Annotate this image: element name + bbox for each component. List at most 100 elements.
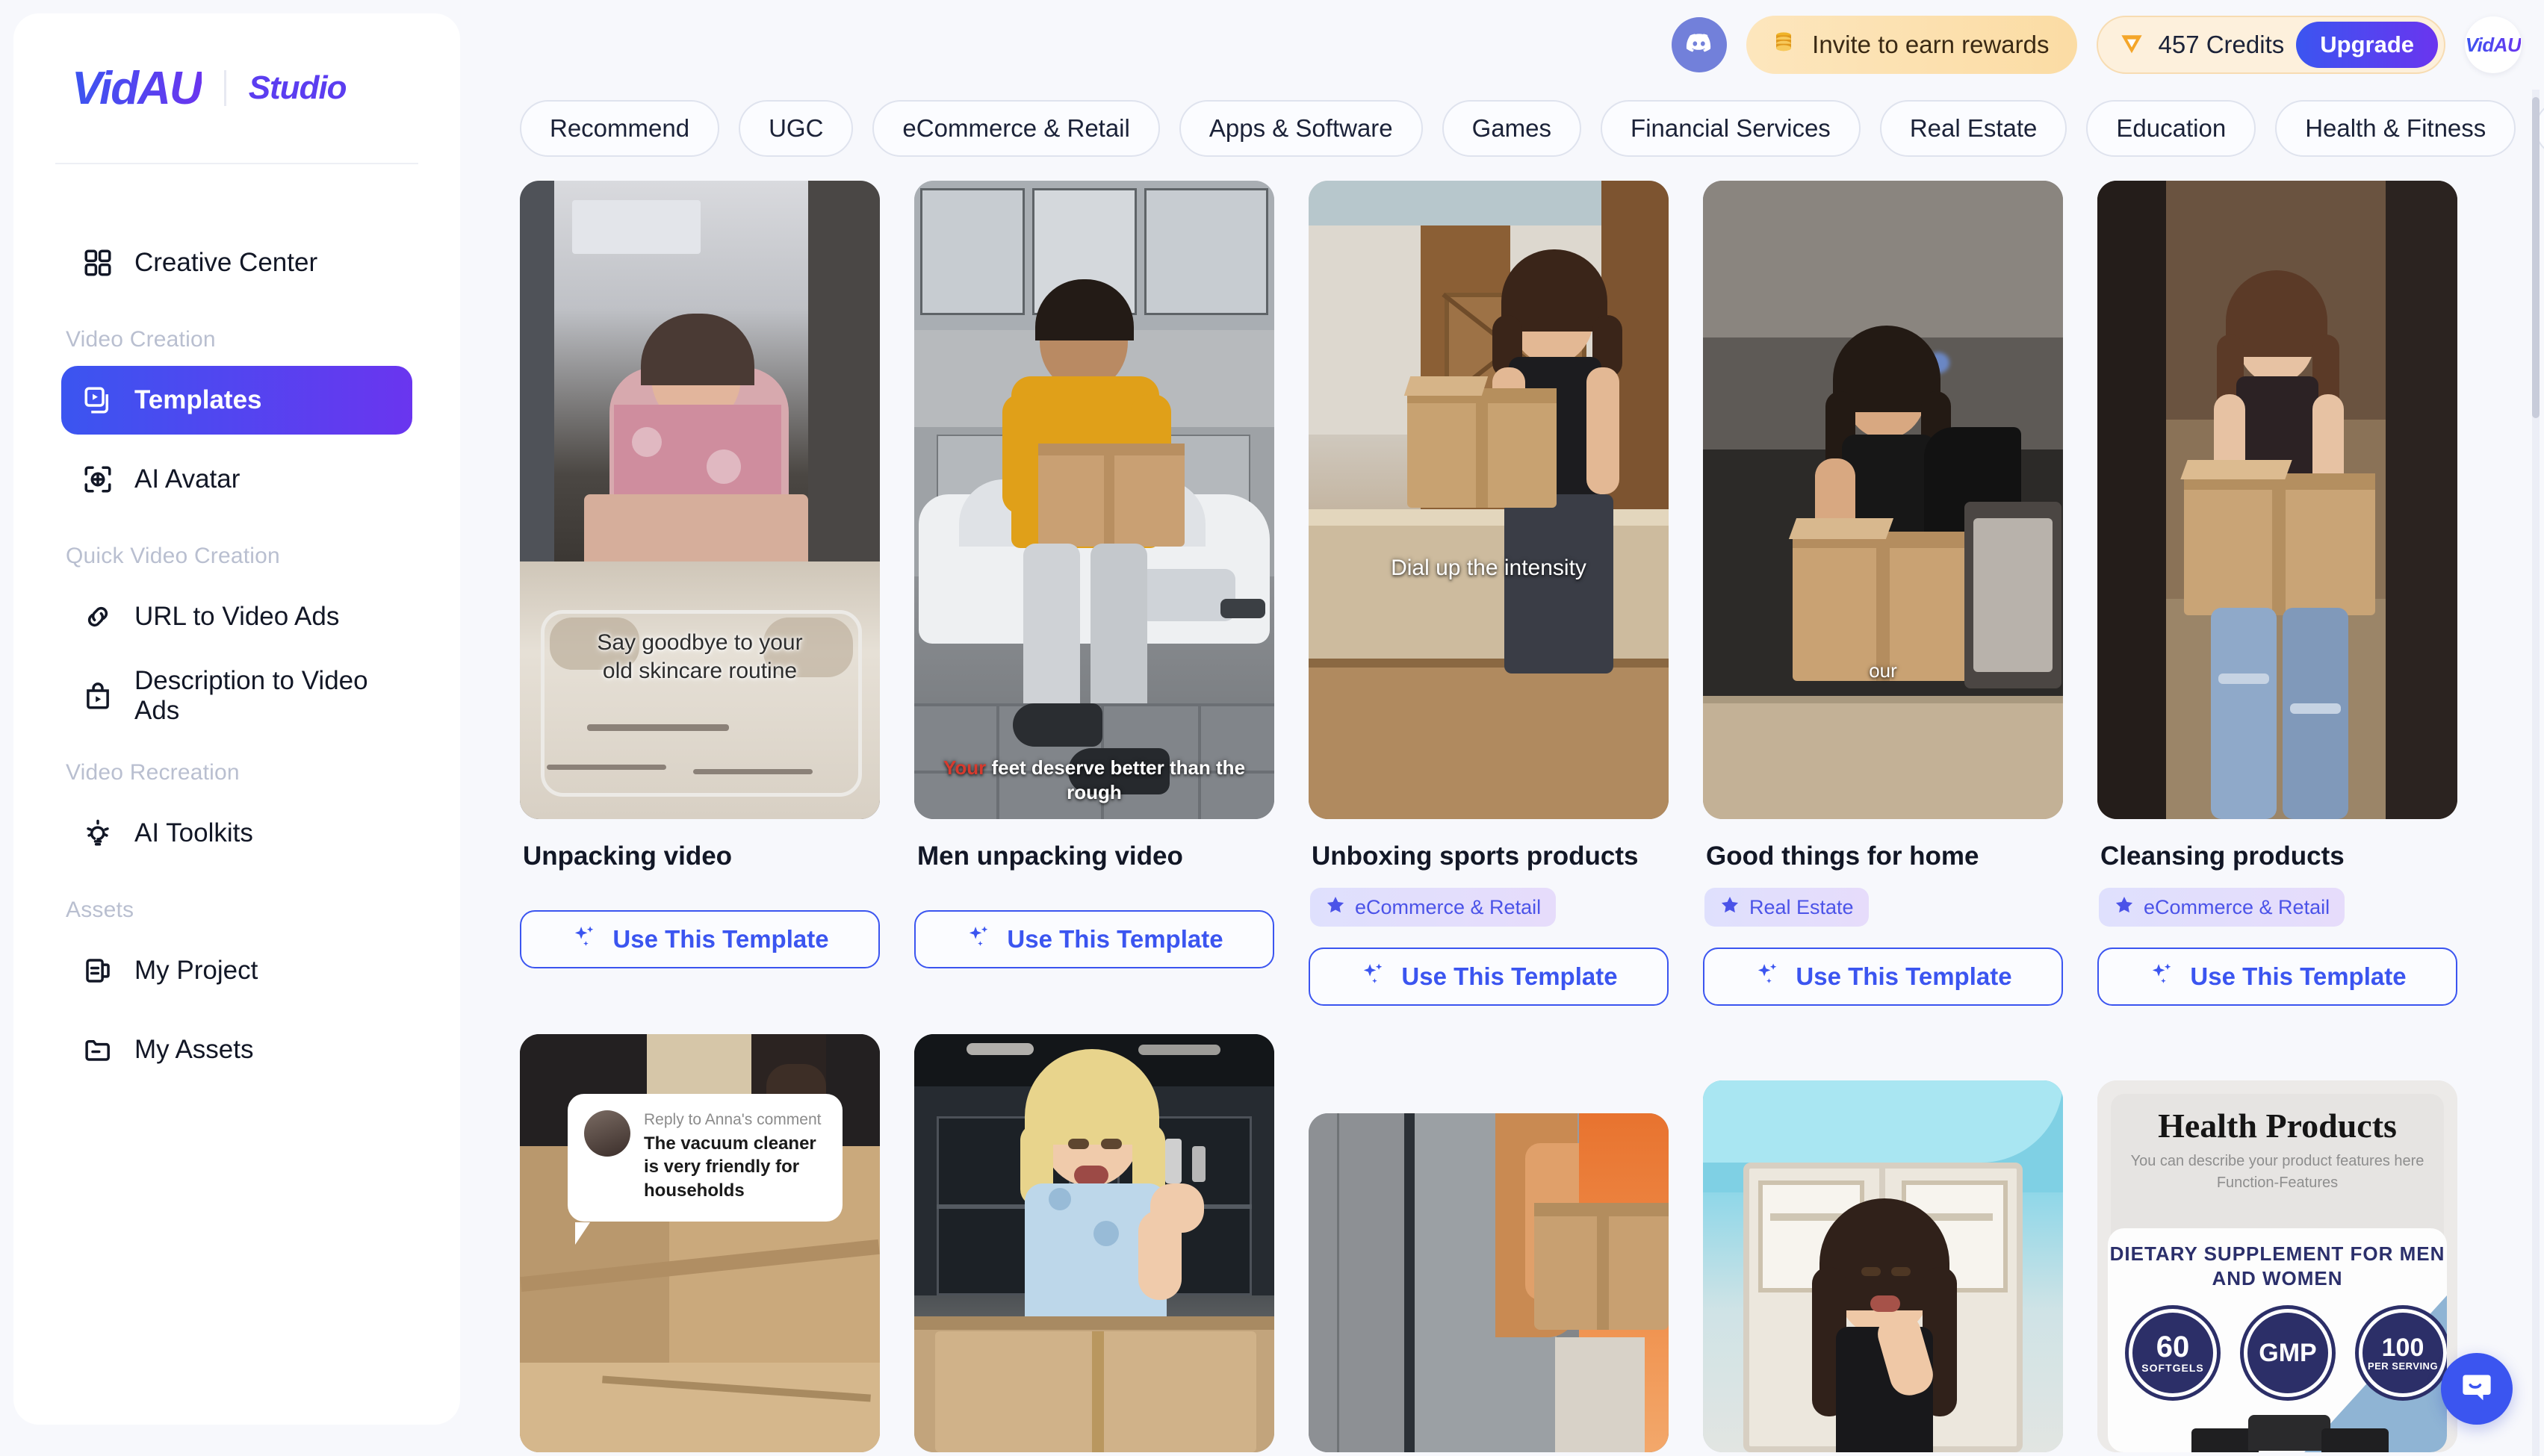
tab-games[interactable]: Games (1442, 100, 1582, 157)
tab-ecommerce-retail[interactable]: eCommerce & Retail (872, 100, 1160, 157)
tab-financial-services[interactable]: Financial Services (1601, 100, 1861, 157)
sidebar-group-label-video-recreation: Video Recreation (66, 760, 240, 785)
sidebar-group-label-quick-video-creation: Quick Video Creation (66, 544, 280, 568)
template-card: Say goodbye to your old skincare routine … (520, 181, 880, 1006)
sidebar-item-label: Creative Center (134, 248, 318, 277)
thumbnail-scene (520, 181, 880, 819)
star-icon (1719, 895, 1740, 921)
use-this-template-label: Use This Template (2190, 962, 2407, 990)
template-card: Dial up the intensity Unboxing sports pr… (1309, 181, 1669, 1006)
avatar[interactable]: VidAU (2465, 16, 2522, 73)
sidebar-group-label-video-creation: Video Creation (66, 327, 216, 352)
badge-value: 100 (2381, 1333, 2424, 1362)
template-tag: eCommerce & Retail (1310, 888, 1557, 927)
avatar-frame-icon (82, 464, 114, 495)
template-thumbnail[interactable]: Say goodbye to your old skincare routine (520, 181, 880, 819)
sidebar-item-label: AI Toolkits (134, 818, 253, 847)
poster-subtitle-1: You can describe your product features h… (2130, 1153, 2424, 1169)
star-icon (1325, 895, 1346, 921)
use-this-template-button[interactable]: Use This Template (2097, 948, 2457, 1006)
chat-bubble-icon (2457, 1368, 2496, 1410)
sparkle-icon (965, 923, 992, 956)
template-thumbnail[interactable]: Reply to Anna's comment The vacuum clean… (520, 1034, 880, 1452)
sidebar-item-url-to-video-ads[interactable]: URL to Video Ads (61, 582, 412, 651)
discord-icon (1684, 28, 1714, 62)
poster-product-panel: DIETARY SUPPLEMENT FOR MEN AND WOMEN 60 S… (2108, 1228, 2447, 1452)
use-this-template-button[interactable]: Use This Template (914, 910, 1274, 968)
sidebar-item-my-project[interactable]: My Project (61, 936, 412, 1005)
invite-to-earn-rewards-button[interactable]: Invite to earn rewards (1746, 16, 2078, 74)
template-thumbnail[interactable] (2097, 181, 2457, 819)
upgrade-button[interactable]: Upgrade (2296, 22, 2438, 68)
thumbnail-scene (2097, 181, 2457, 819)
template-card (1703, 1080, 2063, 1452)
sidebar-item-label: My Project (134, 956, 258, 985)
use-this-template-button[interactable]: Use This Template (520, 910, 880, 968)
template-thumbnail[interactable]: Your feet deserve better than the rough (914, 181, 1274, 819)
thumbnail-scene (914, 181, 1274, 819)
brand-product-label: Studio (248, 69, 347, 106)
poster-subtitle-2: Function-Features (2216, 1175, 2339, 1191)
tab-education[interactable]: Education (2086, 100, 2256, 157)
templates-icon (82, 385, 114, 416)
chat-support-button[interactable] (2441, 1353, 2513, 1425)
sidebar-item-ai-avatar[interactable]: AI Avatar (61, 445, 412, 514)
sidebar-item-label: My Assets (134, 1035, 254, 1064)
use-this-template-button[interactable]: Use This Template (1703, 948, 2063, 1006)
thumbnail-caption: Dial up the intensity (1391, 556, 1586, 580)
template-thumbnail[interactable] (914, 1034, 1274, 1452)
sparkle-icon (2148, 960, 2175, 993)
use-this-template-label: Use This Template (612, 925, 829, 953)
folder-icon (82, 1034, 114, 1065)
grid-icon (82, 247, 114, 279)
badge-value: GMP (2259, 1338, 2317, 1367)
template-card: Cleansing products eCommerce & Retail Us… (2097, 181, 2457, 1006)
template-title: Men unpacking video (917, 841, 1183, 871)
document-icon (82, 955, 114, 986)
credits-value: 457 Credits (2158, 31, 2285, 58)
comment-header: Reply to Anna's comment (644, 1111, 822, 1128)
badge-value: 60 (2156, 1331, 2190, 1363)
sidebar-item-creative-center[interactable]: Creative Center (61, 228, 412, 297)
top-header: Invite to earn rewards 457 Credits Upgra… (460, 0, 2544, 90)
sidebar-item-templates[interactable]: Templates (61, 366, 412, 435)
template-card: Health Products You can describe your pr… (2097, 1080, 2457, 1452)
sidebar-item-ai-toolkits[interactable]: AI Toolkits (61, 799, 412, 868)
sidebar-item-my-assets[interactable]: My Assets (61, 1015, 412, 1084)
bottle-cap-right (2321, 1428, 2389, 1452)
template-thumbnail[interactable] (1309, 1113, 1669, 1452)
thumbnail-scene (1309, 1113, 1669, 1452)
sidebar: VidAU Studio Creative Center Video Creat… (13, 13, 460, 1425)
template-card: Your feet deserve better than the rough … (914, 181, 1274, 1006)
tab-health-fitness[interactable]: Health & Fitness (2275, 100, 2516, 157)
scrollbar-thumb[interactable] (2532, 97, 2540, 418)
bottle-cap-center (2248, 1415, 2330, 1451)
tab-real-estate[interactable]: Real Estate (1879, 100, 2067, 157)
template-card: Reply to Anna's comment The vacuum clean… (520, 1034, 880, 1452)
template-thumbnail[interactable]: our (1703, 181, 2063, 819)
sidebar-item-label: Description to Video Ads (134, 666, 368, 725)
tab-apps-software[interactable]: Apps & Software (1179, 100, 1423, 157)
brand[interactable]: VidAU Studio (61, 13, 412, 163)
thumbnail-scene (1309, 181, 1669, 819)
poster-title: Health Products (2158, 1107, 2397, 1145)
template-title: Unpacking video (523, 841, 733, 871)
sparkle-icon (571, 923, 598, 956)
template-thumbnail[interactable] (1703, 1080, 2063, 1452)
sidebar-item-description-to-video-ads[interactable]: Description to Video Ads (61, 662, 412, 730)
template-tag-label: eCommerce & Retail (1355, 895, 1542, 918)
template-thumbnail[interactable]: Health Products You can describe your pr… (2097, 1080, 2457, 1452)
tab-recommend[interactable]: Recommend (520, 100, 720, 157)
discord-button[interactable] (1672, 17, 1728, 72)
template-title: Good things for home (1706, 841, 1979, 871)
template-card (1309, 1113, 1669, 1452)
lightbulb-icon (82, 818, 114, 849)
template-tag-label: Real Estate (1749, 895, 1854, 918)
template-thumbnail[interactable]: Dial up the intensity (1309, 181, 1669, 819)
badge-label: SOFTGELS (2141, 1362, 2204, 1374)
tab-ugc[interactable]: UGC (739, 100, 854, 157)
badge-100mg: 100 PER SERVING (2359, 1309, 2447, 1397)
thumbnail-caption: Say goodbye to your old skincare routine (597, 630, 803, 683)
use-this-template-label: Use This Template (1007, 925, 1223, 953)
use-this-template-button[interactable]: Use This Template (1309, 948, 1669, 1006)
